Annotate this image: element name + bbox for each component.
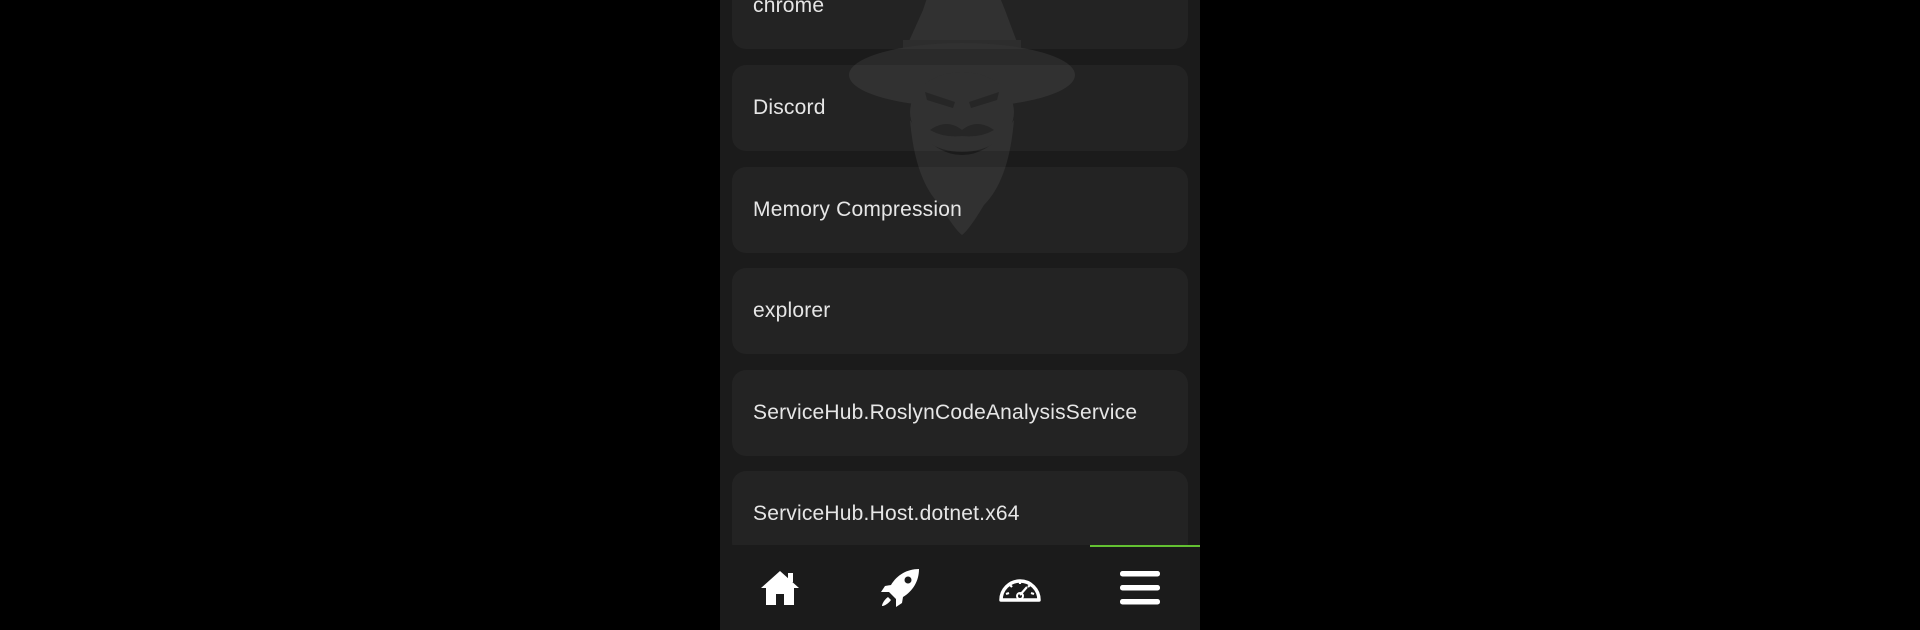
home-icon [761,570,799,605]
process-name: ServiceHub.RoslynCodeAnalysisService [753,401,1138,424]
process-name: ServiceHub.Host.dotnet.x64 [753,502,1020,525]
nav-menu-button[interactable] [1080,545,1200,630]
process-name: Discord [753,96,826,119]
list-item[interactable]: ServiceHub.RoslynCodeAnalysisService [732,370,1188,456]
process-name: chrome [753,0,825,17]
nav-boost-button[interactable] [840,545,960,630]
process-name: explorer [753,299,831,322]
process-name: Memory Compression [753,198,962,221]
nav-performance-button[interactable] [960,545,1080,630]
rocket-icon [881,568,919,607]
list-item[interactable]: Memory Compression [732,167,1188,253]
menu-icon [1120,570,1160,604]
bottom-navbar [720,545,1200,630]
list-item[interactable]: explorer [732,268,1188,354]
app-screen: chrome Discord Memory Compression explor… [720,0,1200,630]
list-item[interactable]: Discord [732,65,1188,151]
list-item[interactable]: chrome [732,0,1188,49]
speedometer-icon [999,578,1041,602]
nav-home-button[interactable] [720,545,840,630]
